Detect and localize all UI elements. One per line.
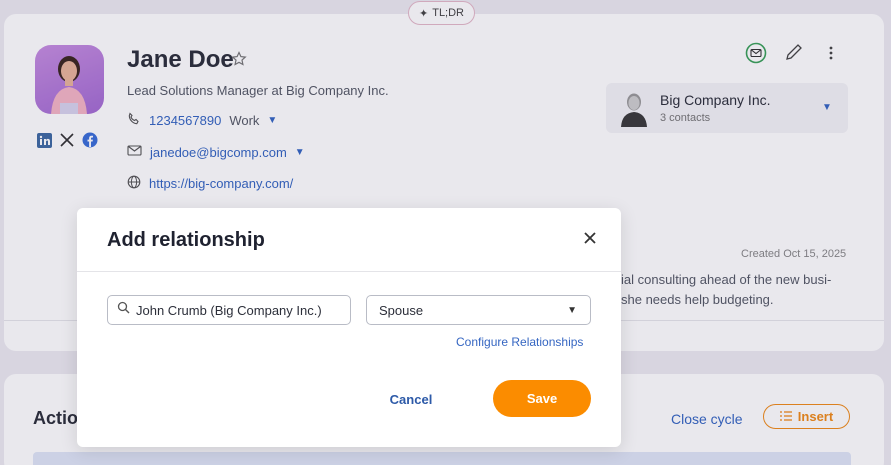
- relationship-type-select[interactable]: Spouse ▼: [366, 295, 591, 325]
- contact-search-field[interactable]: [107, 295, 351, 325]
- select-caret-icon: ▼: [567, 305, 577, 316]
- cancel-button[interactable]: Cancel: [367, 381, 455, 417]
- search-icon: [117, 301, 130, 319]
- close-icon[interactable]: [582, 230, 598, 246]
- relationship-type-value: Spouse: [379, 302, 424, 318]
- contact-search-input[interactable]: [136, 302, 346, 318]
- dialog-title: Add relationship: [107, 229, 265, 251]
- configure-relationships-link[interactable]: Configure Relationships: [456, 335, 583, 349]
- add-relationship-dialog: Add relationship Spouse ▼ Configure Rela…: [77, 208, 621, 447]
- dialog-divider: [77, 271, 621, 272]
- save-button[interactable]: Save: [493, 380, 591, 417]
